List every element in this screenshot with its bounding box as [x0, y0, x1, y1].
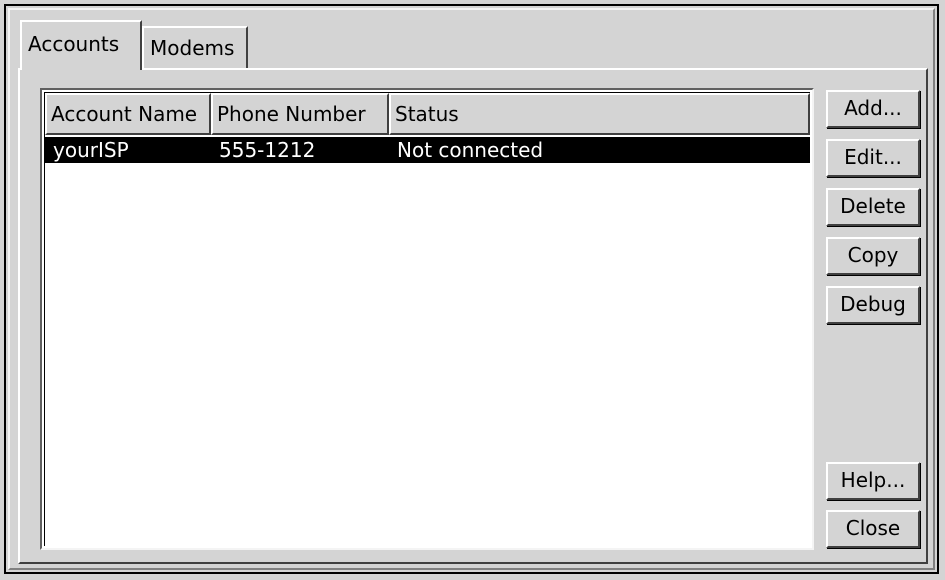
add-button[interactable]: Add... [826, 90, 920, 128]
cell-account-name: yourISP [53, 138, 129, 162]
cell-phone-number: 555-1212 [219, 138, 316, 162]
column-header-status[interactable]: Status [389, 93, 810, 135]
copy-button[interactable]: Copy [826, 237, 920, 275]
close-button[interactable]: Close [826, 510, 920, 548]
accounts-list-inner: Account Name Phone Number Status yourISP… [44, 92, 810, 546]
list-header: Account Name Phone Number Status [45, 93, 810, 135]
tab-modems[interactable]: Modems [142, 26, 248, 70]
tab-modems-label: Modems [150, 36, 235, 60]
column-header-phone-number[interactable]: Phone Number [211, 93, 389, 135]
help-button[interactable]: Help... [826, 462, 920, 500]
table-row[interactable]: yourISP 555-1212 Not connected [45, 137, 810, 163]
column-header-account-name[interactable]: Account Name [45, 93, 211, 135]
delete-button[interactable]: Delete [826, 188, 920, 226]
debug-button[interactable]: Debug [826, 286, 920, 324]
tab-accounts[interactable]: Accounts [20, 20, 142, 70]
accounts-list[interactable]: Account Name Phone Number Status yourISP… [40, 88, 814, 550]
cell-status: Not connected [397, 138, 544, 162]
tab-accounts-label: Accounts [28, 32, 120, 56]
edit-button[interactable]: Edit... [826, 139, 920, 177]
